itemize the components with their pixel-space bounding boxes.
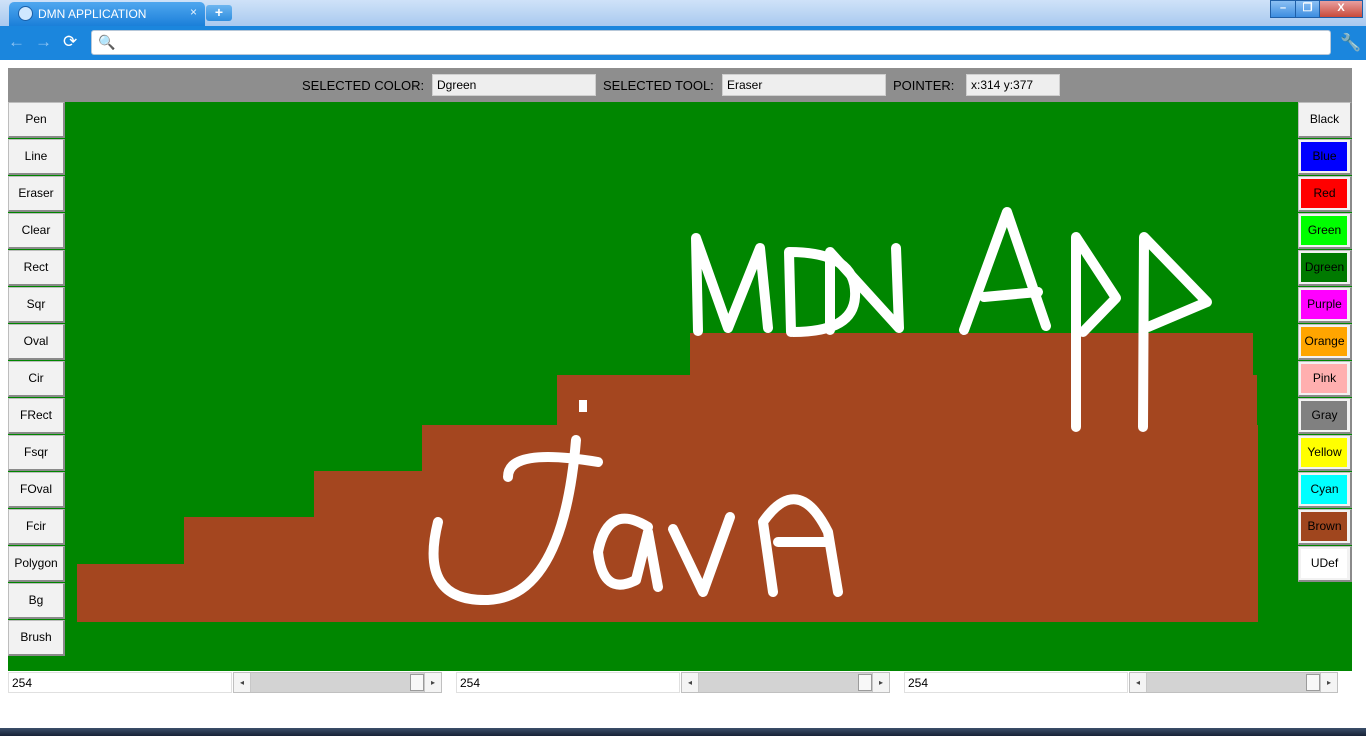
brown-step-6 <box>77 564 1258 622</box>
color-black-button[interactable]: Black <box>1298 102 1352 138</box>
slider-thumb[interactable] <box>410 674 424 691</box>
color-brown-button[interactable]: Brown <box>1298 509 1352 545</box>
color-gray-button[interactable]: Gray <box>1298 398 1352 434</box>
mdn-letter-m <box>691 233 773 336</box>
wrench-icon[interactable]: 🔧 <box>1340 33 1361 53</box>
color-udef-button[interactable]: UDef <box>1298 546 1352 582</box>
color-label: Orange <box>1304 334 1345 348</box>
color-label: UDef <box>1310 556 1339 570</box>
pointer-field: x:314 y:377 <box>966 74 1060 96</box>
scroll-left-icon[interactable]: ◂ <box>234 673 251 692</box>
color-yellow-button[interactable]: Yellow <box>1298 435 1352 471</box>
close-window-button[interactable]: X <box>1319 0 1363 18</box>
color-label: Gray <box>1311 408 1338 422</box>
browser-tab[interactable]: DMN APPLICATION × <box>9 2 205 26</box>
browser-titlebar: DMN APPLICATION × + – ❐ X <box>0 0 1366 26</box>
color-label: Red <box>1313 186 1336 200</box>
rgb-value-field[interactable]: 254 <box>8 672 232 693</box>
color-label: Pink <box>1312 371 1337 385</box>
color-label: Purple <box>1307 297 1342 311</box>
pointer-label: POINTER: <box>893 78 955 93</box>
selected-tool-field: Eraser <box>722 74 886 96</box>
rgb-sliders: 254 ◂ ▸ 254 ◂ ▸ 254 ◂ ▸ <box>8 671 1352 694</box>
color-green-button[interactable]: Green <box>1298 213 1352 249</box>
tool-oval-button[interactable]: Oval <box>8 324 65 360</box>
color-orange-button[interactable]: Orange <box>1298 324 1352 360</box>
java-dot <box>579 400 587 412</box>
color-label: Green <box>1307 223 1342 237</box>
scroll-right-icon[interactable]: ▸ <box>1320 673 1337 692</box>
scroll-left-icon[interactable]: ◂ <box>1130 673 1147 692</box>
color-cyan-button[interactable]: Cyan <box>1298 472 1352 508</box>
drawing-canvas[interactable] <box>8 102 1352 671</box>
os-taskbar <box>0 728 1366 736</box>
app-letter-a <box>959 207 1051 335</box>
reload-icon[interactable]: ⟳ <box>63 32 77 52</box>
color-label: Dgreen <box>1304 260 1345 274</box>
tool-bg-button[interactable]: Bg <box>8 583 65 619</box>
tab-title: DMN APPLICATION <box>38 7 147 21</box>
color-label: Cyan <box>1310 482 1339 496</box>
browser-toolbar: ← → ⟳ 🔍 🔧 <box>0 26 1366 60</box>
selected-color-field: Dgreen <box>432 74 596 96</box>
rgb-slider[interactable]: ◂ ▸ <box>1129 672 1338 693</box>
search-icon: 🔍 <box>98 34 116 50</box>
tool-polygon-button[interactable]: Polygon <box>8 546 65 582</box>
new-tab-button[interactable]: + <box>206 5 232 21</box>
address-bar: 🔍 <box>91 30 1331 55</box>
address-input[interactable] <box>120 34 1324 53</box>
tool-clear-button[interactable]: Clear <box>8 213 65 249</box>
tool-rect-button[interactable]: Rect <box>8 250 65 286</box>
slider-thumb[interactable] <box>1306 674 1320 691</box>
tool-sqr-button[interactable]: Sqr <box>8 287 65 323</box>
paint-app: SELECTED COLOR: Dgreen SELECTED TOOL: Er… <box>8 68 1352 694</box>
selected-color-label: SELECTED COLOR: <box>302 78 425 93</box>
rgb-slider[interactable]: ◂ ▸ <box>681 672 890 693</box>
maximize-button[interactable]: ❐ <box>1295 0 1320 18</box>
globe-icon <box>18 6 33 21</box>
color-purple-button[interactable]: Purple <box>1298 287 1352 323</box>
back-icon[interactable]: ← <box>8 32 25 52</box>
tool-cir-button[interactable]: Cir <box>8 361 65 397</box>
tool-line-button[interactable]: Line <box>8 139 65 175</box>
color-label: Blue <box>1312 149 1337 163</box>
tool-brush-button[interactable]: Brush <box>8 620 65 656</box>
tool-pen-button[interactable]: Pen <box>8 102 65 138</box>
selected-tool-label: SELECTED TOOL: <box>603 78 714 93</box>
scroll-right-icon[interactable]: ▸ <box>424 673 441 692</box>
rgb-value-field[interactable]: 254 <box>904 672 1128 693</box>
color-pink-button[interactable]: Pink <box>1298 361 1352 397</box>
slider-thumb[interactable] <box>858 674 872 691</box>
color-red-button[interactable]: Red <box>1298 176 1352 212</box>
tool-fcir-button[interactable]: Fcir <box>8 509 65 545</box>
tool-frect-button[interactable]: FRect <box>8 398 65 434</box>
color-label: Black <box>1309 112 1340 126</box>
rgb-slider[interactable]: ◂ ▸ <box>233 672 442 693</box>
color-blue-button[interactable]: Blue <box>1298 139 1352 175</box>
tab-close-icon[interactable]: × <box>190 5 197 19</box>
color-dgreen-button[interactable]: Dgreen <box>1298 250 1352 286</box>
rgb-value-field[interactable]: 254 <box>456 672 680 693</box>
color-label: Yellow <box>1307 445 1342 459</box>
status-bar: SELECTED COLOR: Dgreen SELECTED TOOL: Er… <box>8 68 1352 102</box>
color-label: Brown <box>1307 519 1342 533</box>
tool-foval-button[interactable]: FOval <box>8 472 65 508</box>
tool-eraser-button[interactable]: Eraser <box>8 176 65 212</box>
drawing-artwork <box>77 207 1258 622</box>
forward-icon[interactable]: → <box>35 32 52 52</box>
minimize-button[interactable]: – <box>1270 0 1296 18</box>
scroll-right-icon[interactable]: ▸ <box>872 673 889 692</box>
tool-fsqr-button[interactable]: Fsqr <box>8 435 65 471</box>
scroll-left-icon[interactable]: ◂ <box>682 673 699 692</box>
